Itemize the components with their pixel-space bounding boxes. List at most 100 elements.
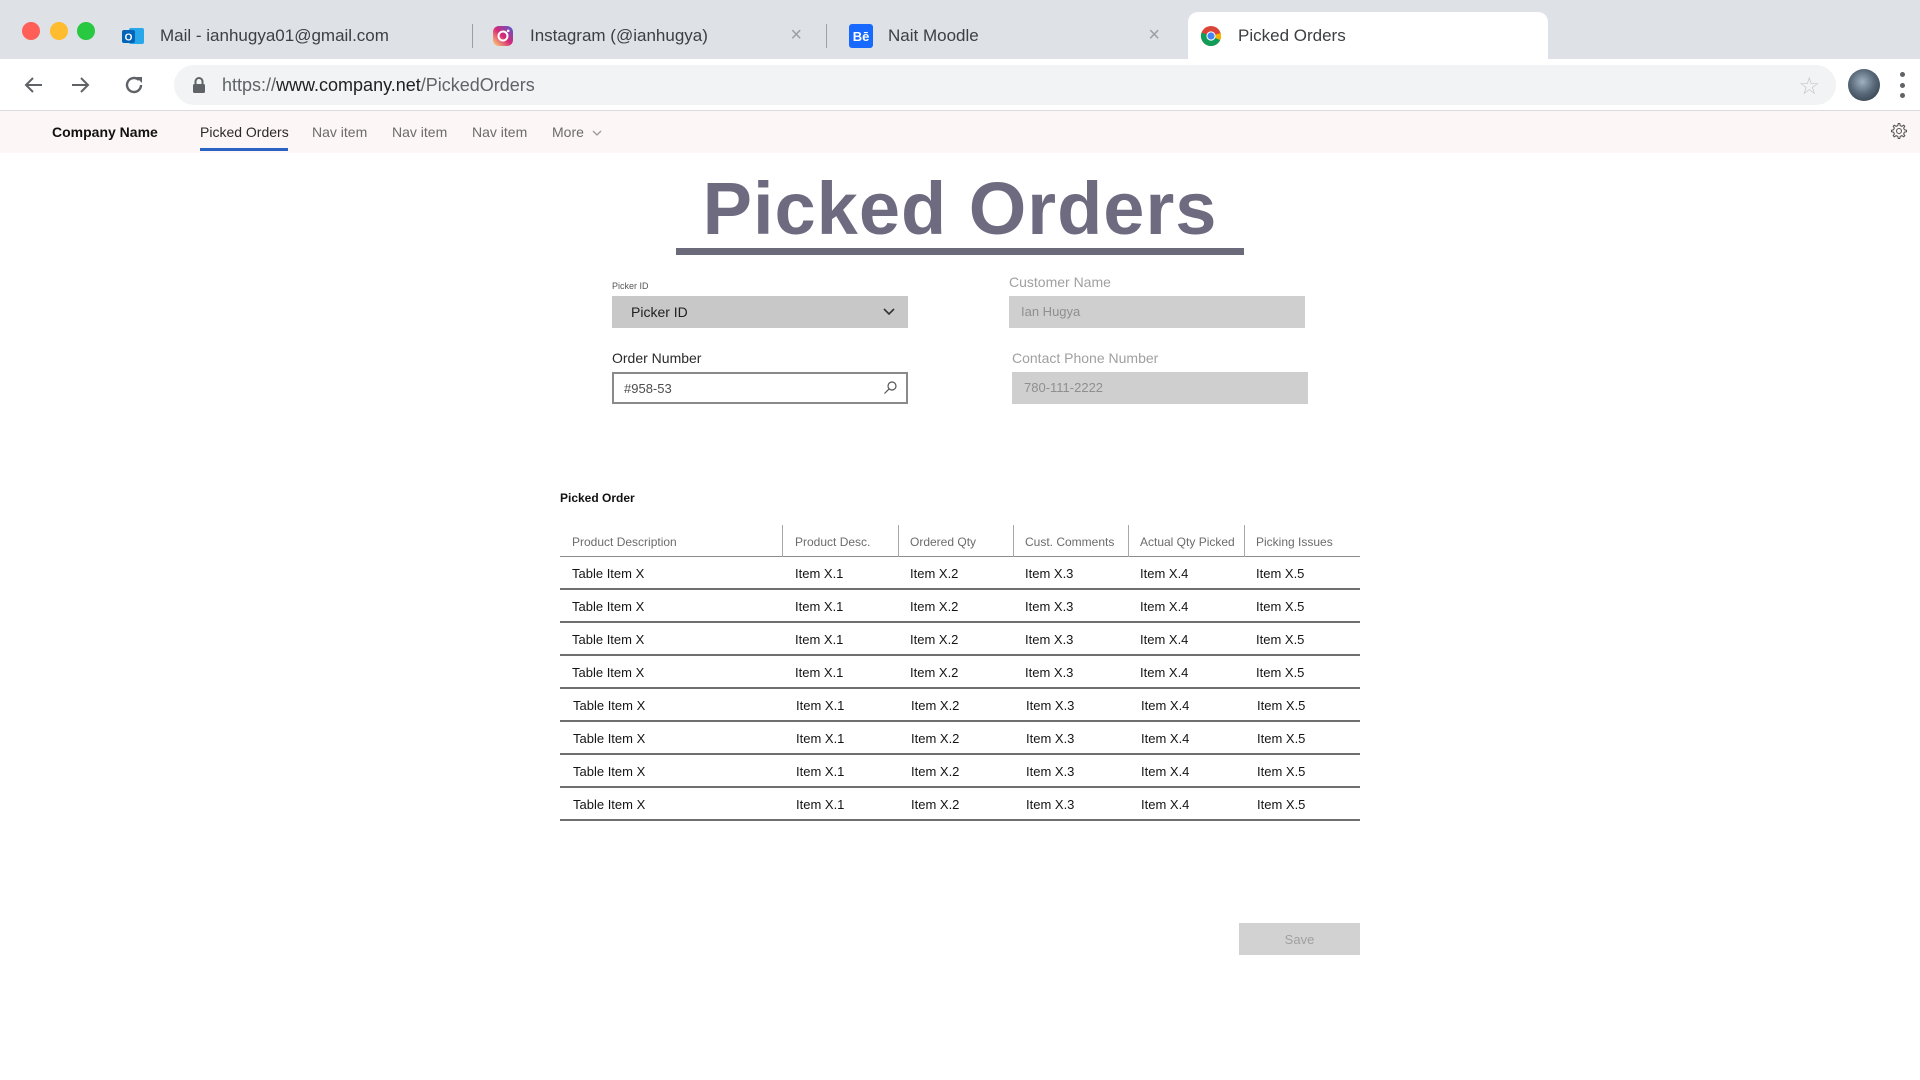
table-cell: Table Item X	[573, 698, 646, 713]
table-row[interactable]: Table Item X Item X.1 Item X.2 Item X.3 Item…	[560, 557, 1360, 590]
tab-instagram[interactable]: Instagram (@ianhugya) ×	[490, 12, 820, 59]
svg-text:Bē: Bē	[853, 29, 870, 44]
column-header[interactable]: Product Desc.	[795, 535, 870, 549]
save-button[interactable]: Save	[1239, 923, 1360, 955]
svg-text:O: O	[125, 32, 133, 43]
table-cell: Item X.2	[911, 731, 960, 746]
column-divider	[898, 525, 899, 557]
table-cell: Item X.5	[1256, 665, 1305, 680]
customer-name-field: Ian Hugya	[1009, 296, 1305, 328]
reload-icon	[125, 76, 143, 94]
table-cell: Item X.2	[911, 764, 960, 779]
picker-id-value: Picker ID	[631, 304, 688, 320]
outlook-icon: O	[120, 23, 146, 49]
app-navbar: Company Name Picked Orders Nav item Nav …	[0, 111, 1920, 153]
instagram-icon	[490, 23, 516, 49]
table-cell: Table Item X	[573, 797, 646, 812]
table-cell: Item X.3	[1026, 731, 1075, 746]
table-cell: Item X.3	[1025, 665, 1074, 680]
tab-mail[interactable]: O Mail - ianhugya01@gmail.com	[120, 12, 470, 59]
contact-phone-value: 780-111-2222	[1024, 380, 1104, 395]
column-header[interactable]: Ordered Qty	[910, 535, 976, 549]
table-row[interactable]: Table Item X Item X.1 Item X.2 Item X.3 Item…	[560, 755, 1360, 788]
chrome-icon	[1198, 23, 1224, 49]
table-cell: Item X.4	[1141, 698, 1190, 713]
table-cell: Table Item X	[572, 599, 645, 614]
table-cell: Item X.2	[910, 665, 959, 680]
order-number-value: #958-53	[624, 381, 672, 396]
table-row[interactable]: Table Item X Item X.1 Item X.2 Item X.3 Item…	[560, 689, 1360, 722]
active-nav-indicator	[200, 148, 288, 151]
table-cell: Item X.1	[796, 698, 845, 713]
table-cell: Item X.4	[1140, 632, 1189, 647]
order-number-search-input[interactable]: #958-53	[612, 372, 908, 404]
column-divider	[1244, 525, 1245, 557]
table-cell: Table Item X	[572, 566, 645, 581]
table-cell: Item X.5	[1256, 599, 1305, 614]
table-row[interactable]: Table Item X Item X.1 Item X.2 Item X.3 Item…	[560, 722, 1360, 755]
table-cell: Item X.1	[795, 665, 844, 680]
table-cell: Item X.4	[1141, 764, 1190, 779]
table-cell: Item X.5	[1257, 797, 1306, 812]
picker-id-small-label: Picker ID	[612, 281, 649, 291]
close-icon[interactable]: ×	[1148, 24, 1160, 47]
table-cell: Item X.3	[1026, 698, 1075, 713]
nav-item[interactable]: Nav item	[312, 124, 367, 140]
bookmark-star-icon[interactable]: ☆	[1798, 72, 1820, 101]
tab-picked-orders[interactable]: Picked Orders	[1188, 12, 1548, 59]
table-cell: Table Item X	[573, 731, 646, 746]
nav-item[interactable]: Nav item	[472, 124, 527, 140]
back-button[interactable]	[18, 69, 50, 101]
nav-item-more[interactable]: More	[552, 124, 602, 140]
table-cell: Table Item X	[573, 764, 646, 779]
table-cell: Item X.3	[1026, 764, 1075, 779]
minimize-window-button[interactable]	[50, 22, 68, 40]
table-cell: Item X.4	[1141, 797, 1190, 812]
table-cell: Table Item X	[572, 665, 645, 680]
table-cell: Item X.3	[1025, 566, 1074, 581]
column-header[interactable]: Cust. Comments	[1025, 535, 1114, 549]
forward-button[interactable]	[64, 69, 96, 101]
customer-name-label: Customer Name	[1009, 274, 1111, 290]
lock-icon	[192, 76, 206, 99]
column-header[interactable]: Product Description	[572, 535, 677, 549]
column-header[interactable]: Actual Qty Picked	[1140, 535, 1235, 549]
table-cell: Item X.4	[1141, 731, 1190, 746]
table-body: Table Item X Item X.1 Item X.2 Item X.3 Item…	[560, 557, 1360, 821]
column-header[interactable]: Picking Issues	[1256, 535, 1333, 549]
reload-button[interactable]	[118, 69, 150, 101]
column-divider	[782, 525, 783, 557]
table-row[interactable]: Table Item X Item X.1 Item X.2 Item X.3 Item…	[560, 590, 1360, 623]
search-icon[interactable]	[882, 380, 898, 401]
table-cell: Item X.1	[795, 599, 844, 614]
browser-menu-icon[interactable]	[1898, 72, 1906, 98]
table-row[interactable]: Table Item X Item X.1 Item X.2 Item X.3 Item…	[560, 788, 1360, 821]
tab-nait-moodle[interactable]: Bē Nait Moodle ×	[848, 12, 1178, 59]
table-cell: Item X.5	[1256, 632, 1305, 647]
table-cell: Item X.2	[910, 566, 959, 581]
address-bar[interactable]: https://www.company.net/PickedOrders ☆	[174, 65, 1836, 105]
close-window-button[interactable]	[22, 22, 40, 40]
tab-title: Nait Moodle	[888, 25, 979, 45]
chevron-down-icon	[882, 305, 896, 323]
table-cell: Item X.3	[1025, 632, 1074, 647]
nav-item[interactable]: Nav item	[392, 124, 447, 140]
table-cell: Item X.3	[1026, 797, 1075, 812]
gear-icon[interactable]	[1890, 122, 1908, 145]
close-icon[interactable]: ×	[790, 24, 802, 47]
table-row[interactable]: Table Item X Item X.1 Item X.2 Item X.3 Item…	[560, 656, 1360, 689]
profile-avatar[interactable]	[1848, 69, 1880, 101]
picker-id-dropdown[interactable]: Picker ID	[612, 296, 908, 328]
maximize-window-button[interactable]	[77, 22, 95, 40]
table-cell: Item X.1	[796, 797, 845, 812]
url-text: https://www.company.net/PickedOrders	[222, 75, 535, 95]
table-row[interactable]: Table Item X Item X.1 Item X.2 Item X.3 Item…	[560, 623, 1360, 656]
table-cell: Item X.1	[796, 731, 845, 746]
table-cell: Item X.4	[1140, 566, 1189, 581]
tab-title: Mail - ianhugya01@gmail.com	[160, 25, 389, 45]
table-cell: Item X.5	[1257, 698, 1306, 713]
table-cell: Item X.2	[911, 698, 960, 713]
table-cell: Item X.2	[910, 599, 959, 614]
nav-item-picked-orders[interactable]: Picked Orders	[200, 124, 289, 140]
chevron-down-icon	[592, 130, 602, 136]
